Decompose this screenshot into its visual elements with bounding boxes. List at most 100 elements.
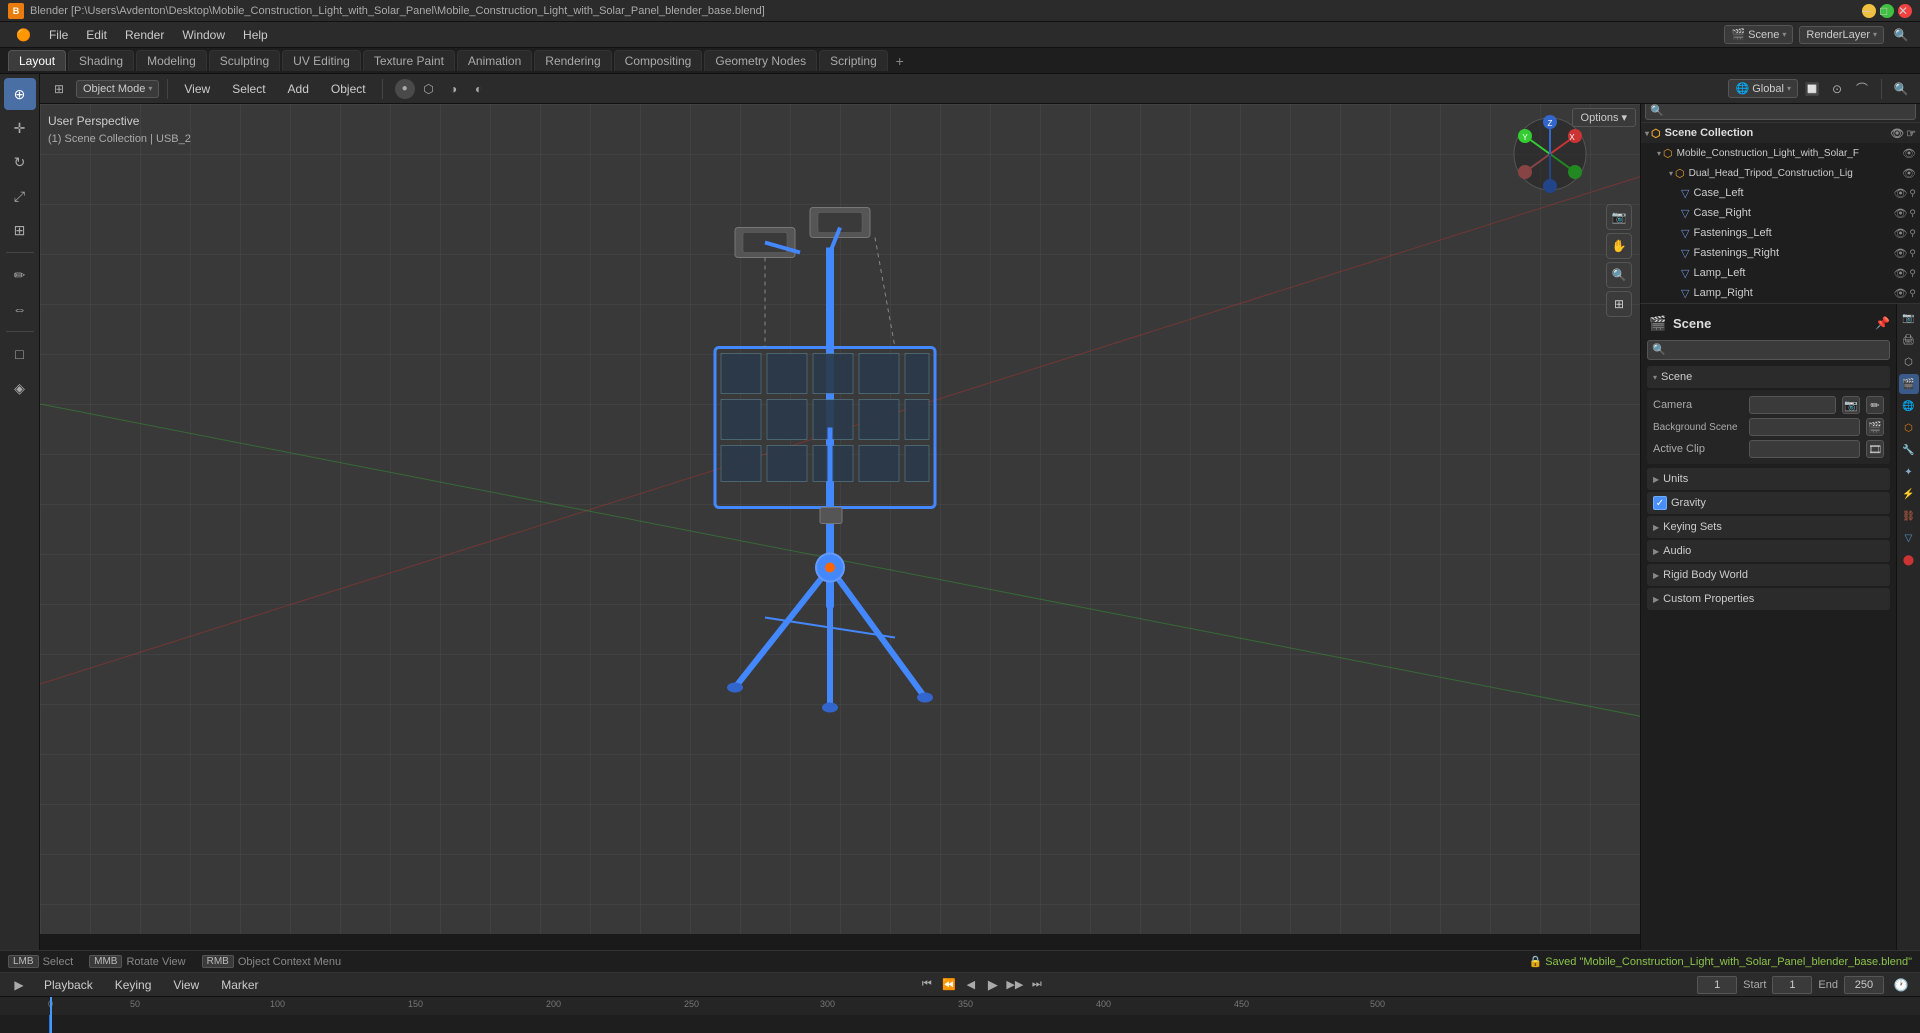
tree-item-fastenings-left[interactable]: ▽ Fastenings_Left 👁 ⚲ <box>1641 223 1920 243</box>
timeline-playback[interactable]: Playback <box>36 976 101 994</box>
add-workspace-button[interactable]: + <box>890 51 910 71</box>
timeline-keying[interactable]: Keying <box>107 976 160 994</box>
prop-icon-view-layer[interactable]: ⬡ <box>1899 352 1919 372</box>
scene-section-header[interactable]: ▾ Scene <box>1647 366 1890 388</box>
scene-selector[interactable]: 🎬 Scene ▾ <box>1724 25 1793 44</box>
viewport-shading-solid[interactable]: ● <box>395 79 415 99</box>
play-button[interactable]: ▶ <box>983 975 1003 995</box>
viewport-search[interactable]: 🔍 <box>1890 78 1912 100</box>
timeline-type-icon[interactable]: ▶ <box>8 974 30 996</box>
audio-section-header[interactable]: ▶ Audio <box>1647 540 1890 562</box>
background-scene-pick[interactable]: 🎬 <box>1866 418 1884 436</box>
tab-geometry-nodes[interactable]: Geometry Nodes <box>704 50 817 71</box>
tree-item-dual-head[interactable]: ▾ ⬡ Dual_Head_Tripod_Construction_Lig 👁 <box>1641 163 1920 183</box>
keying-sets-section-header[interactable]: ▶ Keying Sets <box>1647 516 1890 538</box>
menu-window[interactable]: Window <box>174 26 233 44</box>
viewport-3d[interactable]: User Perspective (1) Scene Collection | … <box>40 104 1640 934</box>
prop-icon-scene[interactable]: 🎬 <box>1899 374 1919 394</box>
tree-item-case-left[interactable]: ▽ Case_Left 👁 ⚲ <box>1641 183 1920 203</box>
menu-help[interactable]: Help <box>235 26 276 44</box>
jump-to-end-button[interactable]: ⏭ <box>1027 975 1047 995</box>
jump-to-start-button[interactable]: ⏮ <box>917 975 937 995</box>
tab-layout[interactable]: Layout <box>8 50 66 71</box>
tab-scripting[interactable]: Scripting <box>819 50 888 71</box>
viewport-shading-material[interactable]: ◑ <box>443 78 465 100</box>
header-select[interactable]: Select <box>224 80 273 98</box>
camera-pick-button[interactable]: 📷 <box>1842 396 1860 414</box>
tree-item-case-right[interactable]: ▽ Case_Right 👁 ⚲ <box>1641 203 1920 223</box>
fast-forward-button[interactable]: ▶▶ <box>1005 975 1025 995</box>
timeline-track[interactable] <box>0 1015 1920 1033</box>
prop-icon-world[interactable]: 🌐 <box>1899 396 1919 416</box>
proportional-falloff-button[interactable]: ⌒ <box>1851 78 1873 100</box>
tree-item-fastenings-right[interactable]: ▽ Fastenings_Right 👁 ⚲ <box>1641 243 1920 263</box>
tool-cursor[interactable]: ⊕ <box>4 78 36 110</box>
tab-shading[interactable]: Shading <box>68 50 134 71</box>
jump-back-button[interactable]: ⏪ <box>939 975 959 995</box>
timeline-view[interactable]: View <box>165 976 207 994</box>
prop-pin-button[interactable]: 📌 <box>1875 316 1890 330</box>
tab-sculpting[interactable]: Sculpting <box>209 50 280 71</box>
reverse-play-button[interactable]: ◀ <box>961 975 981 995</box>
viewport-shading-wire[interactable]: ⬡ <box>418 78 440 100</box>
prop-icon-physics[interactable]: ⚡ <box>1899 484 1919 504</box>
background-scene-field[interactable] <box>1749 418 1860 436</box>
gravity-section-header[interactable]: ✓ Gravity <box>1647 492 1890 514</box>
tool-transform[interactable]: ⊞ <box>4 214 36 246</box>
prop-icon-particles[interactable]: ✦ <box>1899 462 1919 482</box>
tab-rendering[interactable]: Rendering <box>534 50 611 71</box>
gravity-checkbox[interactable]: ✓ <box>1653 496 1667 510</box>
tab-modeling[interactable]: Modeling <box>136 50 207 71</box>
active-clip-field[interactable] <box>1749 440 1860 458</box>
search-button[interactable]: 🔍 <box>1890 24 1912 46</box>
viewport-type-icon[interactable]: ⊞ <box>48 78 70 100</box>
properties-search-input[interactable] <box>1647 340 1890 360</box>
maximize-button[interactable]: □ <box>1880 4 1894 18</box>
header-object[interactable]: Object <box>323 80 374 98</box>
close-button[interactable]: ✕ <box>1898 4 1912 18</box>
zoom-button[interactable]: 🔍 <box>1606 262 1632 288</box>
header-add[interactable]: Add <box>280 80 317 98</box>
tool-add-mesh[interactable]: ◈ <box>4 372 36 404</box>
object-mode-dropdown[interactable]: Object Mode ▾ <box>76 80 159 98</box>
tree-item-lamp-left[interactable]: ▽ Lamp_Left 👁 ⚲ <box>1641 263 1920 283</box>
tool-add-cube[interactable]: □ <box>4 338 36 370</box>
snap-button[interactable]: 🔲 <box>1801 78 1823 100</box>
prop-icon-modifiers[interactable]: 🔧 <box>1899 440 1919 460</box>
header-view[interactable]: View <box>176 80 218 98</box>
prop-icon-constraints[interactable]: ⛓ <box>1899 506 1919 526</box>
prop-icon-data[interactable]: ▽ <box>1899 528 1919 548</box>
minimize-button[interactable]: ─ <box>1862 4 1876 18</box>
camera-edit-button[interactable]: ✏ <box>1866 396 1884 414</box>
renderlayer-selector[interactable]: RenderLayer ▾ <box>1799 26 1884 44</box>
tool-move[interactable]: ✛ <box>4 112 36 144</box>
tool-measure[interactable]: ⇔ <box>4 293 36 325</box>
tab-compositing[interactable]: Compositing <box>614 50 703 71</box>
timeline-sync-button[interactable]: 🕐 <box>1890 974 1912 996</box>
tab-texture-paint[interactable]: Texture Paint <box>363 50 455 71</box>
tree-item-main-collection[interactable]: ▾ ⬡ Mobile_Construction_Light_with_Solar… <box>1641 143 1920 163</box>
menu-blender[interactable]: 🟠 <box>8 26 39 44</box>
prop-header-icon[interactable]: 🎬 <box>1647 312 1669 334</box>
tree-item-lamp-right[interactable]: ▽ Lamp_Right 👁 ⚲ <box>1641 283 1920 303</box>
viewport-shading-render[interactable]: ◐ <box>468 78 490 100</box>
tree-item-scene-collection[interactable]: ▾ ⬡ Scene Collection 👁 ☞ <box>1641 123 1920 143</box>
render-preview-button[interactable]: ⊞ <box>1606 291 1632 317</box>
current-frame-input[interactable]: 1 <box>1697 976 1737 994</box>
camera-field[interactable] <box>1749 396 1836 414</box>
active-clip-pick[interactable]: 🎞 <box>1866 440 1884 458</box>
transform-orientation[interactable]: 🌐 Global ▾ <box>1728 79 1798 98</box>
timeline-marker[interactable]: Marker <box>213 976 266 994</box>
outliner-search-input[interactable] <box>1645 102 1916 120</box>
prop-icon-material[interactable]: ⬤ <box>1899 550 1919 570</box>
tab-animation[interactable]: Animation <box>457 50 532 71</box>
menu-render[interactable]: Render <box>117 26 172 44</box>
tab-uv-editing[interactable]: UV Editing <box>282 50 361 71</box>
units-section-header[interactable]: ▶ Units <box>1647 468 1890 490</box>
start-frame-input[interactable]: 1 <box>1772 976 1812 994</box>
tool-scale[interactable]: ⤢ <box>4 180 36 212</box>
tool-annotate[interactable]: ✏ <box>4 259 36 291</box>
custom-properties-header[interactable]: ▶ Custom Properties <box>1647 588 1890 610</box>
menu-file[interactable]: File <box>41 26 76 44</box>
rigid-body-world-header[interactable]: ▶ Rigid Body World <box>1647 564 1890 586</box>
